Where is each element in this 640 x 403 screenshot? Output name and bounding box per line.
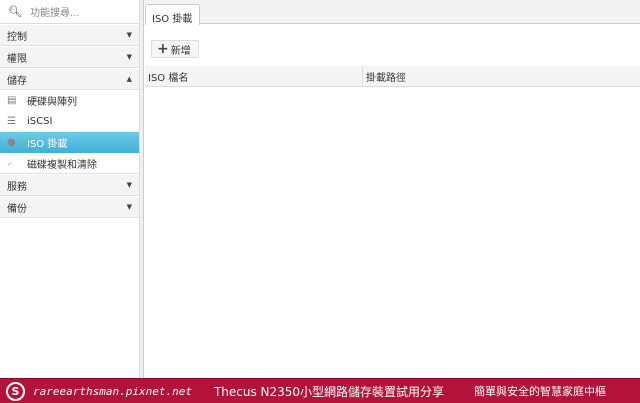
group-label: 備份 — [7, 203, 27, 215]
sidebar-item-disks[interactable]: ▤ 硬碟與陣列 — [0, 90, 139, 111]
server-icon: ☰ — [7, 115, 16, 127]
column-mount-path[interactable]: 掛載路徑 — [363, 66, 406, 86]
column-iso-filename[interactable]: ISO 檔名 — [145, 66, 363, 86]
site-url: rareearthsman.pixnet.net — [33, 384, 192, 398]
item-label: 硬碟與陣列 — [27, 97, 77, 108]
disc-icon: ● — [7, 136, 16, 148]
tab-iso-mount[interactable]: ISO 掛載 — [145, 4, 200, 25]
table-header: ISO 檔名 掛載路徑 — [145, 66, 640, 87]
group-label: 儲存 — [7, 75, 27, 87]
search-placeholder: 功能搜尋... — [29, 8, 80, 19]
logo-icon: S — [6, 381, 25, 401]
search-icon: 🔍︎ — [8, 5, 22, 18]
sidebar-item-iso-mount[interactable]: ● ISO 掛載 — [0, 132, 139, 153]
broom-icon: ⸝ — [7, 157, 12, 168]
watermark-banner: S rareearthsman.pixnet.net Thecus N2350小… — [0, 378, 640, 403]
search-box[interactable]: 🔍︎ 功能搜尋... — [0, 0, 139, 24]
chevron-down-icon: ▼ — [126, 31, 132, 39]
sidebar-group-control[interactable]: 控制 ▼ — [0, 24, 139, 46]
sidebar-group-permission[interactable]: 權限 ▼ — [0, 46, 139, 68]
add-label: 新增 — [170, 45, 191, 57]
item-label: 磁碟複製和清除 — [27, 159, 97, 171]
group-label: 服務 — [7, 181, 27, 193]
tab-bar: ISO 掛載 — [145, 0, 640, 25]
sidebar-item-iscsi[interactable]: ☰ iSCSI — [0, 111, 139, 132]
item-label: iSCSI — [27, 116, 53, 127]
plus-icon: + — [157, 41, 169, 57]
banner-title: Thecus N2350小型網路儲存裝置試用分享 — [213, 384, 445, 399]
group-label: 控制 — [7, 31, 27, 43]
group-label: 權限 — [7, 53, 27, 65]
chevron-up-icon: ▲ — [126, 75, 132, 83]
add-button[interactable]: + 新增 — [151, 40, 199, 58]
chevron-down-icon: ▼ — [126, 53, 132, 61]
sidebar-group-backup[interactable]: 備份 ▼ — [0, 196, 139, 218]
sidebar-group-service[interactable]: 服務 ▼ — [0, 174, 139, 196]
splitter[interactable] — [140, 0, 144, 378]
sidebar-group-storage[interactable]: 儲存 ▲ — [0, 68, 139, 90]
banner-slogan: 簡單與安全的智慧家庭中樞 — [474, 385, 607, 398]
chevron-down-icon: ▼ — [126, 181, 132, 189]
main-panel: ISO 掛載 + 新增 ISO 檔名 掛載路徑 — [145, 0, 640, 378]
sidebar-item-disk-clone[interactable]: ⸝ 磁碟複製和清除 — [0, 153, 139, 174]
chevron-down-icon: ▼ — [126, 203, 132, 211]
disk-icon: ▤ — [7, 94, 17, 106]
item-label: ISO 掛載 — [27, 139, 68, 150]
sidebar: 🔍︎ 功能搜尋... 控制 ▼ 權限 ▼ 儲存 ▲ ▤ 硬碟與陣列 ☰ iSCSI ● IS… — [0, 0, 140, 378]
